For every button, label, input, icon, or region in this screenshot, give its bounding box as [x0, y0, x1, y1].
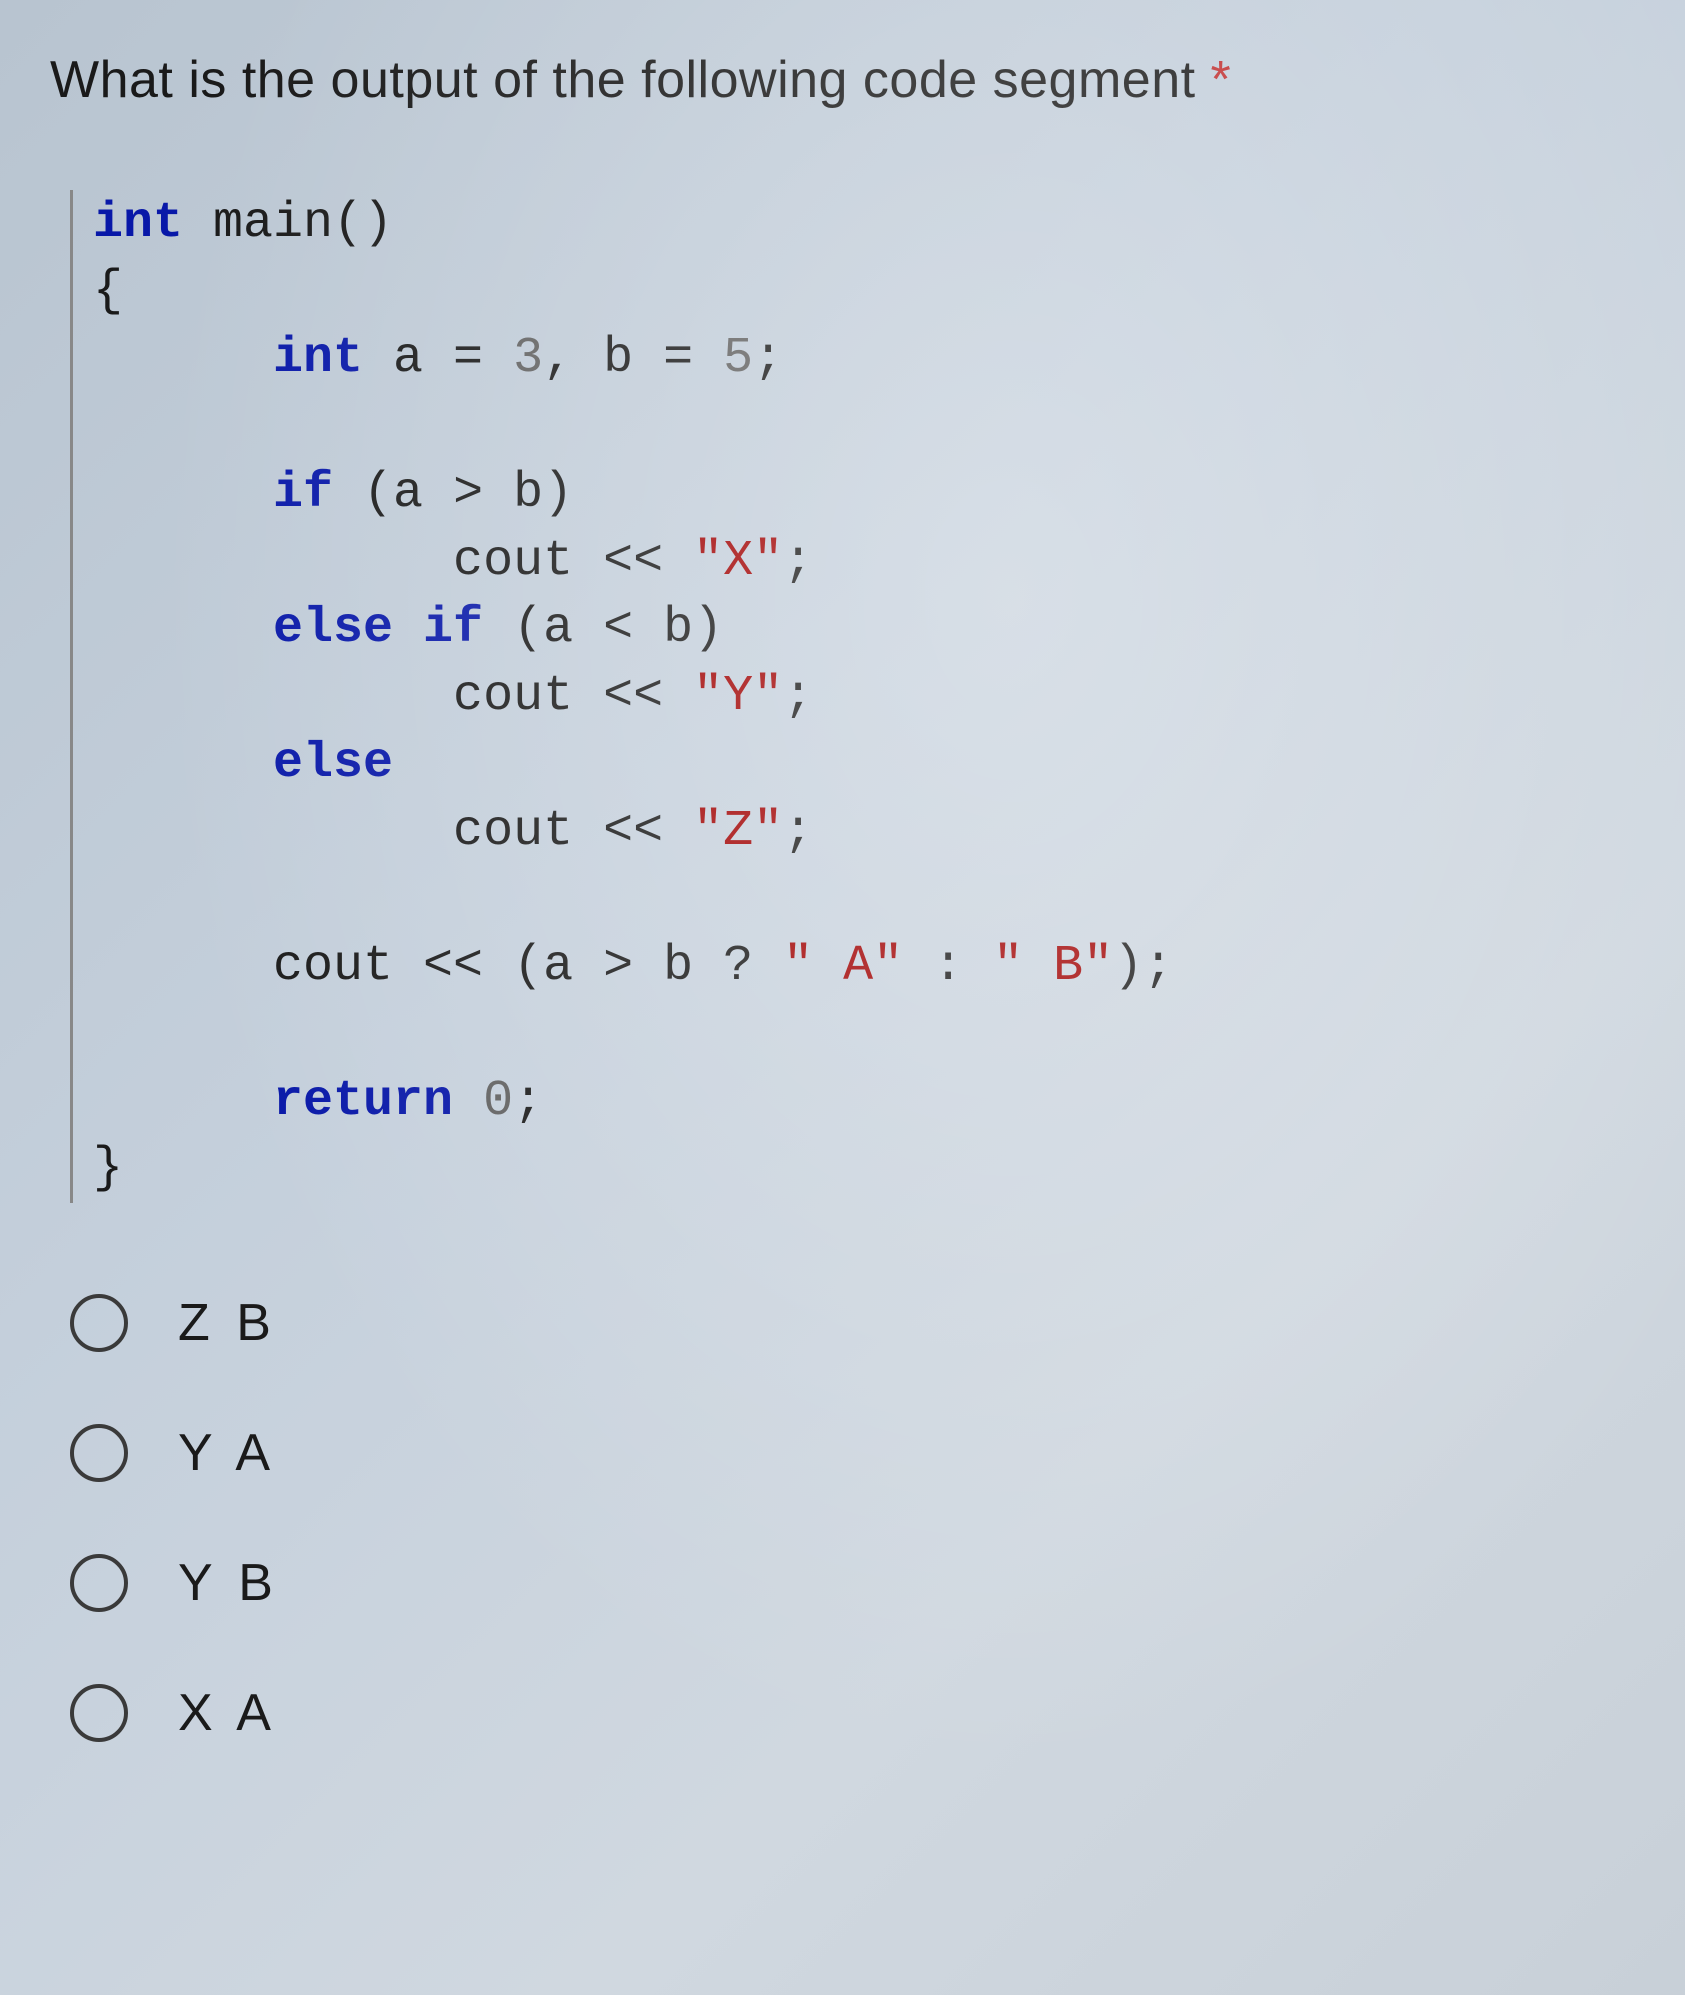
code-line: cout << "X";: [93, 528, 1615, 596]
code-line: [93, 393, 1615, 461]
code-line: int a = 3, b = 5;: [93, 325, 1615, 393]
option-label: Z B: [178, 1293, 277, 1353]
code-line: cout << (a > b ? " A" : " B");: [93, 933, 1615, 1001]
option-label: Y B: [178, 1553, 279, 1613]
code-block: int main() { int a = 3, b = 5; if (a > b…: [70, 190, 1615, 1203]
option-label: Y A: [178, 1423, 276, 1483]
code-line: }: [93, 1135, 1615, 1203]
option-yb[interactable]: Y B: [70, 1553, 1615, 1613]
radio-icon: [70, 1554, 128, 1612]
radio-icon: [70, 1684, 128, 1742]
option-zb[interactable]: Z B: [70, 1293, 1615, 1353]
code-line: [93, 1000, 1615, 1068]
code-line: else if (a < b): [93, 595, 1615, 663]
question-text: What is the output of the following code…: [50, 51, 1196, 109]
code-line: return 0;: [93, 1068, 1615, 1136]
radio-icon: [70, 1294, 128, 1352]
code-line: [93, 865, 1615, 933]
code-line: cout << "Z";: [93, 798, 1615, 866]
code-line: {: [93, 258, 1615, 326]
option-ya[interactable]: Y A: [70, 1423, 1615, 1483]
code-line: else: [93, 730, 1615, 798]
code-line: int main(): [93, 190, 1615, 258]
code-line: if (a > b): [93, 460, 1615, 528]
radio-icon: [70, 1424, 128, 1482]
options-list: Z B Y A Y B X A: [70, 1293, 1615, 1743]
code-line: cout << "Y";: [93, 663, 1615, 731]
required-star: *: [1211, 51, 1232, 109]
option-label: X A: [178, 1683, 277, 1743]
option-xa[interactable]: X A: [70, 1683, 1615, 1743]
question-title: What is the output of the following code…: [50, 50, 1615, 110]
